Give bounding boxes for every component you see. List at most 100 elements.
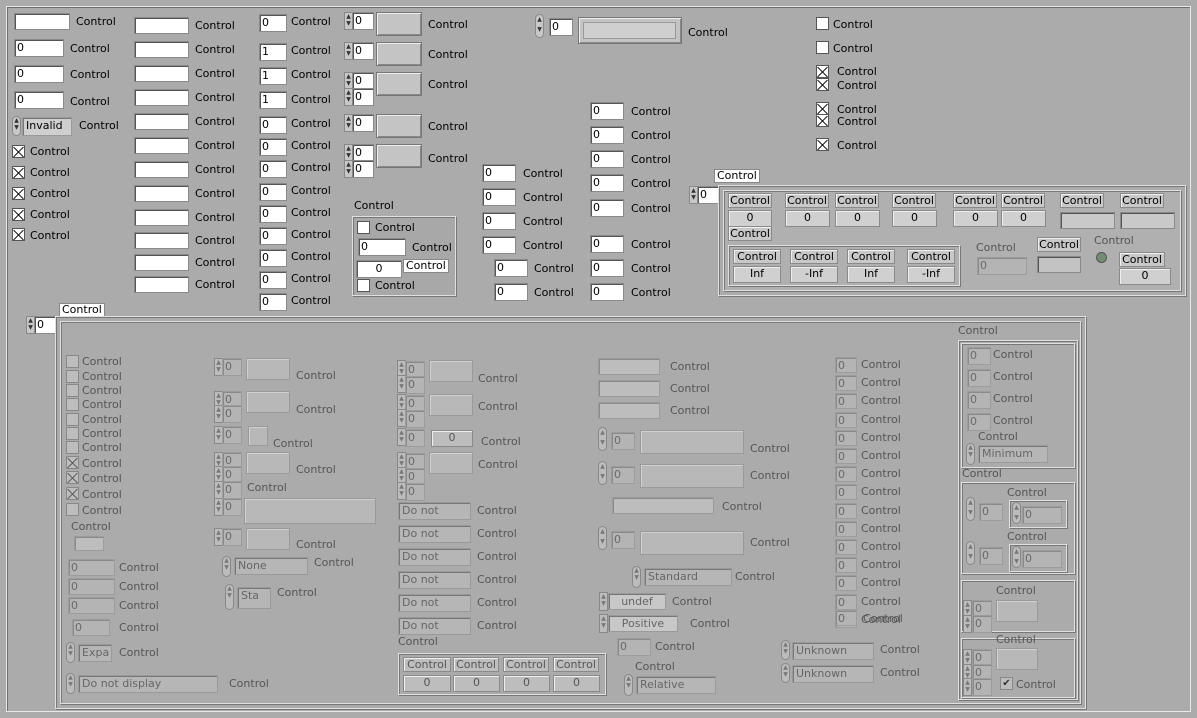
numeric-field[interactable]: 0 xyxy=(222,481,242,499)
spinner-arrows-icon[interactable]: ▲ ▼ xyxy=(535,14,544,38)
numeric-field[interactable]: 0 xyxy=(590,150,624,168)
numeric-field[interactable]: 0 xyxy=(977,257,1027,275)
checkbox-unchecked-icon[interactable] xyxy=(816,17,829,30)
numeric-field[interactable]: 0 xyxy=(259,14,287,32)
numeric-field[interactable]: 0 xyxy=(590,102,624,120)
numeric-field[interactable]: 0 xyxy=(68,578,115,595)
numeric-field[interactable]: 0 xyxy=(892,210,937,227)
text-field[interactable] xyxy=(134,276,189,293)
enum-ring[interactable]: Do not xyxy=(398,617,471,635)
numeric-field[interactable]: 0 xyxy=(259,160,287,178)
numeric-field[interactable]: 0 xyxy=(405,376,425,394)
numeric-field[interactable]: Inf xyxy=(733,266,781,283)
text-field[interactable] xyxy=(598,380,660,397)
text-field[interactable] xyxy=(74,536,104,551)
checkbox-checked-icon[interactable] xyxy=(816,78,829,91)
numeric-field[interactable]: 0 xyxy=(611,432,635,450)
numeric-field[interactable]: 0 xyxy=(259,116,287,134)
checkbox-checked-icon[interactable] xyxy=(816,65,829,78)
checkbox-unchecked-icon[interactable] xyxy=(66,441,79,454)
enum-ring[interactable]: None xyxy=(234,557,308,575)
numeric-field[interactable]: 0 xyxy=(222,405,242,423)
numeric-field[interactable]: 0 xyxy=(1022,550,1062,568)
numeric-field[interactable]: 0 xyxy=(222,528,242,546)
numeric-field[interactable]: 1 xyxy=(259,67,287,85)
numeric-field[interactable]: 0 xyxy=(835,610,857,626)
ring-arrows-icon[interactable]: ▲ ▼ xyxy=(222,556,231,577)
numeric-field[interactable]: 0 xyxy=(967,391,991,409)
text-field[interactable] xyxy=(134,89,189,106)
spinner-arrows-icon[interactable]: ▲ ▼ xyxy=(963,678,972,696)
checkbox-unchecked-icon[interactable] xyxy=(66,398,79,411)
numeric-field[interactable]: 0 xyxy=(14,39,64,57)
color-box[interactable] xyxy=(376,12,422,36)
enum-ring[interactable]: Unknown xyxy=(792,642,874,660)
numeric-field[interactable]: 0 xyxy=(835,448,857,464)
spinner-arrows-icon[interactable]: ▲ ▼ xyxy=(1012,502,1021,524)
checkbox-unchecked-icon[interactable] xyxy=(66,427,79,440)
numeric-field[interactable]: 0 xyxy=(259,293,287,311)
numeric-field[interactable]: 0 xyxy=(405,429,425,447)
numeric-field[interactable]: 0 xyxy=(352,114,374,132)
numeric-field[interactable]: 0 xyxy=(1119,268,1171,285)
numeric-field[interactable]: 0 xyxy=(979,547,1003,565)
checkbox-unchecked-icon[interactable] xyxy=(66,370,79,383)
spinner-arrows-icon[interactable]: ▲ ▼ xyxy=(966,541,975,565)
ring-arrows-icon[interactable]: ▲ ▼ xyxy=(781,640,790,660)
color-box[interactable] xyxy=(246,452,290,474)
numeric-field[interactable]: 0 xyxy=(835,210,880,227)
enum-ring[interactable]: Standard xyxy=(644,568,732,586)
checkbox-unchecked-icon[interactable] xyxy=(66,384,79,397)
numeric-field[interactable]: 0 xyxy=(352,88,374,106)
ring-arrows-icon[interactable]: ▲ ▼ xyxy=(599,592,608,611)
text-field[interactable] xyxy=(134,17,189,34)
color-box[interactable] xyxy=(248,426,268,446)
numeric-field[interactable]: 0 xyxy=(453,675,500,692)
numeric-field[interactable]: 0 xyxy=(953,210,998,227)
enum-ring[interactable]: undef xyxy=(608,593,666,610)
ring-arrows-icon[interactable]: ▲ ▼ xyxy=(599,614,608,633)
numeric-field[interactable]: 0 xyxy=(590,259,624,277)
enum-ring[interactable]: Unknown xyxy=(792,665,874,683)
numeric-field[interactable]: 0 xyxy=(259,205,287,223)
numeric-field[interactable]: 0 xyxy=(728,210,772,227)
color-box[interactable] xyxy=(429,360,473,382)
enum-ring[interactable]: Do not xyxy=(398,594,471,612)
numeric-field[interactable]: 0 xyxy=(1022,506,1062,524)
text-field[interactable] xyxy=(134,161,189,178)
text-field[interactable] xyxy=(134,113,189,130)
text-field[interactable] xyxy=(598,358,660,375)
color-box[interactable] xyxy=(996,600,1038,622)
checkbox-unchecked-icon[interactable] xyxy=(816,41,829,54)
numeric-field[interactable]: 0 xyxy=(482,188,516,206)
checkbox-checked-icon[interactable] xyxy=(816,114,829,127)
numeric-field[interactable]: 0 xyxy=(835,575,857,591)
color-box[interactable] xyxy=(429,394,473,416)
checkbox-checked-icon[interactable] xyxy=(12,187,25,200)
color-box[interactable] xyxy=(376,114,422,138)
ring-arrows-icon[interactable]: ▲ ▼ xyxy=(781,663,790,683)
color-box[interactable] xyxy=(376,72,422,96)
color-box[interactable] xyxy=(376,42,422,66)
text-field[interactable] xyxy=(134,137,189,154)
numeric-field[interactable]: 0 xyxy=(403,675,451,692)
checkbox-checked-icon[interactable] xyxy=(12,145,25,158)
ring-arrows-icon[interactable]: ▲ ▼ xyxy=(66,673,75,694)
numeric-field[interactable]: 0 xyxy=(494,283,528,301)
numeric-field[interactable]: 0 xyxy=(549,18,573,36)
color-box[interactable] xyxy=(640,430,744,454)
enum-ring[interactable]: Do not xyxy=(398,502,471,520)
numeric-field[interactable]: 0 xyxy=(979,503,1003,521)
color-box[interactable] xyxy=(640,531,744,555)
numeric-field[interactable]: 0 xyxy=(482,212,516,230)
ring-arrows-icon[interactable]: ▲ ▼ xyxy=(624,674,633,696)
checkbox-unchecked-icon[interactable] xyxy=(66,503,79,516)
numeric-field[interactable]: 1 xyxy=(259,91,287,109)
color-box[interactable] xyxy=(640,464,744,488)
checkbox-checked-icon[interactable] xyxy=(12,166,25,179)
checkbox-checked-icon[interactable] xyxy=(12,228,25,241)
numeric-field[interactable]: 0 xyxy=(835,375,857,391)
numeric-field[interactable]: 0 xyxy=(259,249,287,267)
numeric-field[interactable]: 0 xyxy=(356,260,402,278)
checkbox-unchecked-icon[interactable] xyxy=(357,279,370,292)
